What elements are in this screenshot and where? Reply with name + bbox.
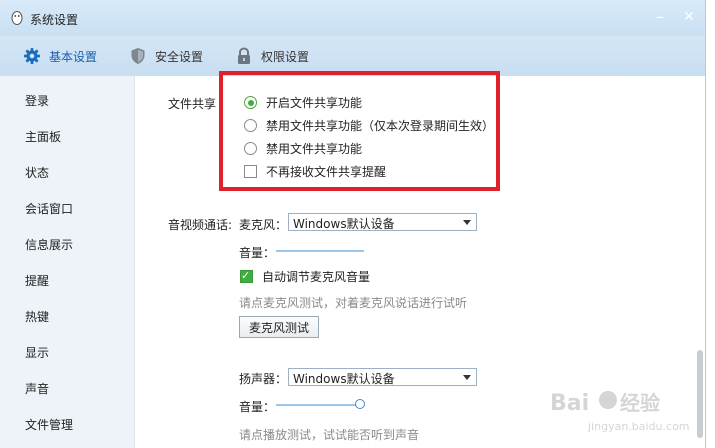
mic-volume-label: 音量： bbox=[239, 246, 276, 260]
speaker-volume-label: 音量： bbox=[239, 400, 276, 414]
speaker-label: 扬声器： bbox=[239, 372, 288, 386]
settings-window: 系统设置 – ✕ 基本设置 安全设置 权限设置 登录 主面板 状态 会话窗口 信… bbox=[0, 0, 706, 448]
penguin-logo-icon bbox=[11, 11, 23, 25]
tab-label: 基本设置 bbox=[49, 49, 98, 64]
tab-bar: 基本设置 安全设置 权限设置 bbox=[0, 36, 705, 76]
gear-icon bbox=[23, 47, 41, 65]
sidebar-item-reminder[interactable]: 提醒 bbox=[25, 272, 49, 289]
shield-icon bbox=[129, 47, 147, 65]
mic-volume-slider[interactable] bbox=[276, 250, 364, 252]
close-button[interactable]: ✕ bbox=[680, 8, 698, 26]
checkbox-auto-adjust-mic[interactable]: 自动调节麦克风音量 bbox=[240, 268, 370, 285]
sidebar-item-chat-window[interactable]: 会话窗口 bbox=[25, 200, 73, 217]
tab-basic-settings[interactable]: 基本设置 bbox=[23, 36, 97, 76]
speaker-test-hint: 请点播放测试，试试能否听到声音 bbox=[239, 428, 420, 442]
mic-test-hint: 请点麦克风测试，对着麦克风说话进行试听 bbox=[239, 296, 468, 310]
microphone-label: 麦克风： bbox=[239, 218, 288, 232]
minimize-button[interactable]: – bbox=[651, 8, 669, 26]
tab-label: 权限设置 bbox=[261, 49, 310, 64]
window-title: 系统设置 bbox=[30, 13, 79, 27]
sidebar-item-display[interactable]: 显示 bbox=[25, 344, 49, 361]
av-call-section-label: 音视频通话: bbox=[168, 218, 233, 232]
select-value: Windows默认设备 bbox=[293, 372, 395, 386]
speaker-volume-slider-thumb[interactable] bbox=[355, 399, 365, 409]
file-share-section-label: 文件共享 bbox=[168, 97, 217, 111]
checkbox[interactable] bbox=[240, 269, 253, 283]
sidebar-item-file-management[interactable]: 文件管理 bbox=[25, 416, 73, 433]
tab-security-settings[interactable]: 安全设置 bbox=[129, 36, 203, 76]
close-icon: ✕ bbox=[683, 9, 695, 25]
sidebar-item-login[interactable]: 登录 bbox=[25, 92, 49, 109]
lock-icon bbox=[235, 47, 253, 65]
tab-label: 安全设置 bbox=[155, 49, 204, 64]
sidebar: 登录 主面板 状态 会话窗口 信息展示 提醒 热键 显示 声音 文件管理 bbox=[0, 76, 135, 448]
speaker-select[interactable]: Windows默认设备 bbox=[288, 368, 477, 386]
svg-text:经验: 经验 bbox=[620, 391, 660, 415]
mic-test-button[interactable]: 麦克风测试 bbox=[239, 316, 319, 338]
sidebar-item-status[interactable]: 状态 bbox=[25, 164, 49, 181]
svg-text:jingyan.baidu.com: jingyan.baidu.com bbox=[587, 420, 690, 433]
tab-permission-settings[interactable]: 权限设置 bbox=[235, 36, 309, 76]
sidebar-item-info-display[interactable]: 信息展示 bbox=[25, 236, 73, 253]
sidebar-item-hotkeys[interactable]: 热键 bbox=[25, 308, 49, 325]
highlight-box bbox=[219, 71, 500, 191]
button-label: 麦克风测试 bbox=[248, 320, 309, 335]
baidu-watermark-logo: Bai 经验 jingyan.baidu.com bbox=[550, 391, 690, 433]
svg-text:Bai: Bai bbox=[550, 391, 589, 416]
sidebar-item-main-panel[interactable]: 主面板 bbox=[25, 128, 61, 145]
minimize-icon: – bbox=[656, 7, 664, 26]
checkbox-label: 自动调节麦克风音量 bbox=[262, 270, 371, 284]
sidebar-item-sound[interactable]: 声音 bbox=[25, 380, 49, 397]
title-bar[interactable]: 系统设置 – ✕ bbox=[0, 0, 705, 36]
speaker-volume-slider[interactable] bbox=[276, 404, 359, 406]
chevron-down-icon bbox=[463, 375, 471, 380]
microphone-select[interactable]: Windows默认设备 bbox=[288, 213, 477, 231]
chevron-down-icon bbox=[463, 220, 471, 225]
select-value: Windows默认设备 bbox=[293, 217, 395, 231]
